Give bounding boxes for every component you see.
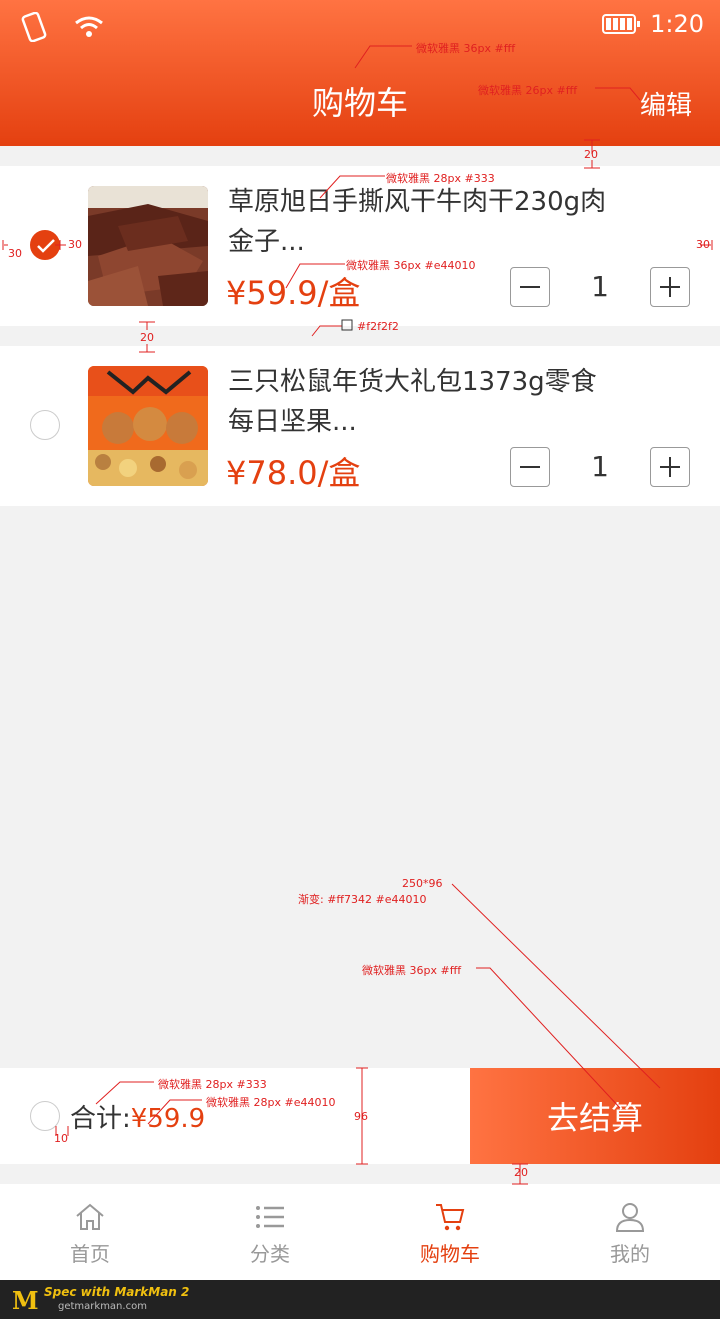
bottom-tab-bar: 首页 分类 购物车 我的 [0,1184,720,1280]
status-right: 1:20 [602,10,704,38]
markman-brand: Spec with MarkMan 2 [44,1285,190,1299]
annotation: 20 [584,148,598,161]
checkout-button[interactable]: 去结算 [470,1068,720,1164]
tab-label: 首页 [70,1242,110,1266]
status-left [20,11,104,46]
home-icon [76,1203,104,1230]
total-label: 合计: [70,1104,131,1134]
product-price: ¥78.0/盒 [226,454,361,492]
product-name[interactable]: 草原旭日手撕风干牛肉干230g肉金子... [228,182,608,262]
cart-item: 草原旭日手撕风干牛肉干230g肉金子... ¥59.9/盒 1 [0,166,720,326]
decrease-button[interactable] [510,447,550,487]
quantity-value: 1 [591,270,609,303]
cart-item: 三只松鼠年货大礼包1373g零食每日坚果... ¥78.0/盒 1 [0,346,720,506]
tab-cart[interactable]: 购物车 [360,1184,540,1280]
annotation: 微软雅黑 28px #333 [158,1078,267,1091]
markman-product: MarkMan 2 [114,1285,190,1299]
product-image[interactable] [88,366,208,486]
check-icon [37,239,55,253]
annotation: 微软雅黑 28px #e44010 [206,1096,336,1109]
product-name[interactable]: 三只松鼠年货大礼包1373g零食每日坚果... [228,362,608,442]
app-header: 1:20 购物车 编辑 [0,0,720,146]
annotation: 96 [354,1110,368,1123]
annotation: 微软雅黑 36px #e44010 [346,259,476,272]
annotation: 30 [8,247,22,260]
product-price: ¥59.9/盒 [226,274,361,312]
page-title: 购物车 [311,84,408,122]
vibrate-icon [20,11,48,46]
quantity-stepper: 1 [510,267,690,307]
quantity-stepper: 1 [510,447,690,487]
annotation: 20 [140,331,154,344]
decrease-button[interactable] [510,267,550,307]
annotation: 渐变: #ff7342 #e44010 [298,893,427,906]
quantity-value: 1 [591,450,609,483]
cart-icon [436,1204,465,1231]
annotation: 微软雅黑 36px #fff [416,42,516,55]
wifi-icon [74,15,104,43]
edit-button[interactable]: 编辑 [640,85,692,122]
increase-button[interactable] [650,267,690,307]
tab-label: 我的 [610,1242,650,1266]
select-all-checkbox[interactable] [30,1101,60,1131]
user-icon [615,1203,645,1232]
tab-home[interactable]: 首页 [0,1184,180,1280]
markman-logo: M [12,1286,39,1315]
status-time: 1:20 [650,10,704,38]
total-amount: 合计:¥59.9 [70,1098,205,1135]
annotation: 30 [696,238,710,251]
annotation: 微软雅黑 26px #fff [478,84,578,97]
tab-category[interactable]: 分类 [180,1184,360,1280]
annotation: 微软雅黑 28px #333 [386,172,495,185]
tab-profile[interactable]: 我的 [540,1184,720,1280]
annotation: 10 [54,1132,68,1145]
annotation: 30 [68,238,82,251]
tab-label: 购物车 [420,1242,480,1266]
markman-site: getmarkman.com [58,1301,147,1312]
item-checkbox[interactable] [30,230,60,260]
annotation: 微软雅黑 36px #fff [362,964,462,977]
annotation: 20 [514,1166,528,1179]
product-image[interactable] [88,186,208,306]
tab-label: 分类 [250,1242,290,1266]
list-icon [256,1206,284,1228]
markman-footer: M Spec with MarkMan 2 getmarkman.com [0,1280,720,1319]
increase-button[interactable] [650,447,690,487]
annotation: #f2f2f2 [357,320,399,333]
annotation: 250*96 [402,877,443,890]
total-price: ¥59.9 [130,1104,206,1134]
item-checkbox[interactable] [30,410,60,440]
battery-icon [602,14,641,34]
